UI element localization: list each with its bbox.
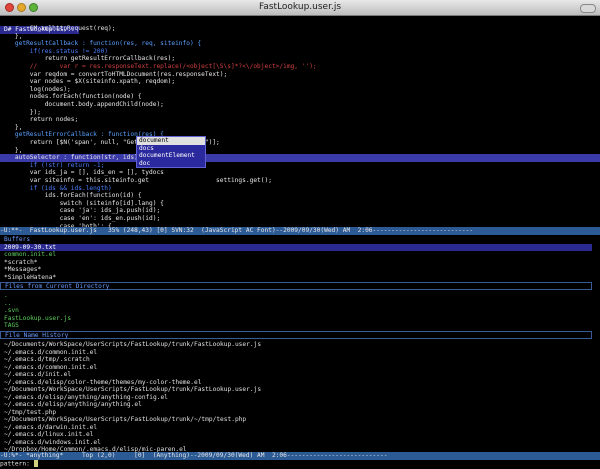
code-line[interactable]: if (!str) return -1; xyxy=(0,162,600,170)
window-titlebar: FastLookup.user.js xyxy=(0,0,600,16)
mode-line-editor: -U:**- FastLookup.user.js 35% (248,43) [… xyxy=(0,227,600,235)
history-item[interactable]: ~/.emacs.d/elisp/color-theme/themes/my-c… xyxy=(4,379,201,387)
history-item[interactable]: ~/.emacs.d/linux.init.el xyxy=(4,431,93,439)
history-item[interactable]: ~/.emacs.d/elisp/anything/anything-confi… xyxy=(4,394,168,402)
file-item[interactable]: .. xyxy=(4,300,11,308)
code-line[interactable]: nodes.forEach(function(node) { xyxy=(0,93,600,101)
code-line[interactable]: GM_xmlhttpRequest(req); xyxy=(0,25,600,33)
completion-popup[interactable]: document docs documentElement doc xyxy=(136,136,206,168)
code-line[interactable]: var ids_ja = [], ids_en = [], tydocs xyxy=(0,169,600,177)
code-line[interactable]: }); xyxy=(0,109,600,117)
history-item[interactable]: ~/Documents/WorkSpace/UserScripts/FastLo… xyxy=(4,416,246,424)
buffer-item[interactable]: *SimpleHatena* xyxy=(4,274,56,282)
completion-item[interactable]: document xyxy=(137,137,205,145)
code-line[interactable]: document.body.appendChild(node); xyxy=(0,101,600,109)
code-line[interactable]: }, xyxy=(0,124,600,132)
tab-bar: D# FastLookup.us... xyxy=(0,16,79,34)
code-line[interactable]: // var r = res.responseText.replace(/<ob… xyxy=(0,63,600,71)
history-item[interactable]: ~/.emacs.d/init.el xyxy=(4,371,71,379)
history-item[interactable]: ~/.emacs.d/darwin.init.el xyxy=(4,424,97,432)
code-line[interactable]: }, xyxy=(0,33,600,41)
minibuffer[interactable]: pattern: xyxy=(0,460,600,468)
code-line[interactable]: return [$N('span', null, "Getting result… xyxy=(0,139,600,147)
toolbar-toggle-button[interactable] xyxy=(580,4,596,13)
history-item[interactable]: ~/.emacs.d/tmp/.scratch xyxy=(4,356,90,364)
file-item[interactable]: . xyxy=(4,292,8,300)
completion-item[interactable]: doc xyxy=(137,160,205,168)
code-line[interactable]: log(nodes); xyxy=(0,86,600,94)
code-line[interactable]: ids.forEach(function(id) { xyxy=(0,192,600,200)
history-item[interactable]: ~/tmp/test.php xyxy=(4,409,56,417)
window-title: FastLookup.user.js xyxy=(258,2,342,12)
code-line[interactable]: getResultCallback : function(res, req, s… xyxy=(0,40,600,48)
history-item[interactable]: ~/.emacs.d/windows.init.el xyxy=(4,439,101,447)
anything-buffer: Buffers 2009-09-30.txt common.init.el *s… xyxy=(0,235,600,468)
code-line[interactable]: var siteinfo = this.siteinfo.get setting… xyxy=(0,177,600,185)
file-item[interactable]: TAGS xyxy=(4,322,19,330)
buffer-item[interactable]: *scratch* xyxy=(4,259,38,267)
history-item[interactable]: ~/.emacs.d/common.init.el xyxy=(4,349,97,357)
section-header-files: Files from Current Directory xyxy=(0,282,592,290)
history-item[interactable]: ~/Documents/WorkSpace/UserScripts/FastLo… xyxy=(4,341,261,349)
buffer-item[interactable]: 2009-09-30.txt xyxy=(0,243,592,251)
code-line[interactable]: if(res.status != 200) xyxy=(0,48,600,56)
file-item[interactable]: FastLookup.user.js xyxy=(4,315,71,323)
history-item[interactable]: ~/.emacs.d/elisp/anything/anything.el xyxy=(4,401,142,409)
section-header-history: File Name History xyxy=(0,331,592,339)
code-line[interactable]: switch (siteinfo[id].lang) { xyxy=(0,200,600,208)
code-line[interactable]: }, xyxy=(0,147,600,155)
code-line[interactable]: return nodes; xyxy=(0,116,600,124)
mode-line-anything: -U:%*- *anything* Top (2,0) [0] (Anythin… xyxy=(0,452,600,460)
code-line[interactable]: case 'en': ids_en.push(id); xyxy=(0,215,600,223)
code-line[interactable]: var reqdom = convertToHTMLDocument(res.r… xyxy=(0,71,600,79)
code-line[interactable]: case 'ja': ids_ja.push(id); xyxy=(0,207,600,215)
buffer-item[interactable]: *Messages* xyxy=(4,266,41,274)
buffer-item[interactable]: common.init.el xyxy=(4,251,56,259)
file-item[interactable]: .svn xyxy=(4,307,19,315)
code-line[interactable]: autoSelector : function(str, ids) { doc xyxy=(0,154,600,162)
code-line[interactable]: var nodes = $X(siteinfo.xpath, reqdom); xyxy=(0,78,600,86)
history-item[interactable]: ~/.emacs.d/common.init.el xyxy=(4,364,97,372)
text-cursor xyxy=(33,460,38,467)
minibuffer-prompt: pattern: xyxy=(0,460,34,468)
completion-item[interactable]: documentElement xyxy=(137,152,205,160)
history-item[interactable]: ~/Documents/WorkSpace/UserScripts/FastLo… xyxy=(4,386,261,394)
code-line[interactable]: getResultErrorCallback : function(res) { xyxy=(0,131,600,139)
completion-item[interactable]: docs xyxy=(137,145,205,153)
section-header-buffers: Buffers xyxy=(4,236,31,243)
code-line[interactable]: return getResultErrorCallback(res); xyxy=(0,55,600,63)
code-line[interactable]: if (ids && ids.length) xyxy=(0,185,600,193)
